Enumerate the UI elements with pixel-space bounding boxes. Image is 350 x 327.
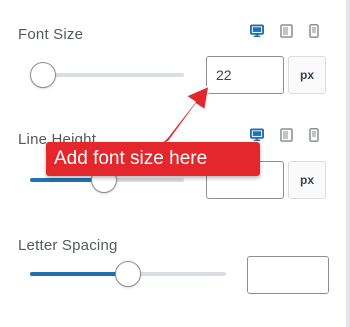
- callout-box: Add font size here: [46, 142, 260, 176]
- font-size-label: Font Size: [18, 26, 84, 43]
- font-size-slider-thumb[interactable]: [30, 62, 56, 88]
- font-size-unit-button[interactable]: px: [288, 56, 326, 94]
- letter-spacing-slider-thumb[interactable]: [115, 261, 141, 287]
- mobile-icon[interactable]: [307, 128, 321, 142]
- line-height-unit-button[interactable]: px: [288, 161, 326, 199]
- desktop-icon[interactable]: [250, 128, 264, 142]
- letter-spacing-slider-fill: [30, 272, 128, 276]
- letter-spacing-input[interactable]: [247, 256, 329, 294]
- font-size-input[interactable]: [206, 56, 284, 94]
- tablet-icon[interactable]: [279, 24, 293, 38]
- tablet-icon[interactable]: [279, 128, 293, 142]
- callout-text: Add font size here: [54, 148, 208, 169]
- mobile-icon[interactable]: [307, 24, 321, 38]
- desktop-icon[interactable]: [250, 24, 264, 38]
- typography-panel: Font Size px Line Height px Letter Spaci…: [0, 0, 350, 327]
- letter-spacing-label: Letter Spacing: [18, 237, 118, 254]
